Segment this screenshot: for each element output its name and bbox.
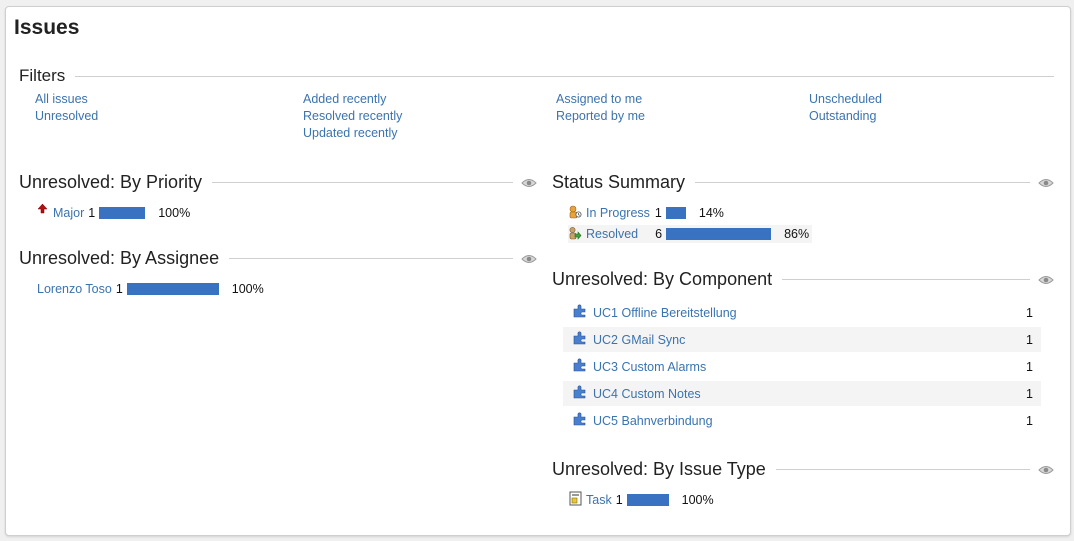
component-uc1-link[interactable]: UC1 Offline Bereitstellung [593, 306, 737, 320]
priority-major-count: 1 [88, 206, 96, 220]
task-icon [569, 491, 582, 509]
puzzle-icon [573, 304, 587, 321]
status-summary-header: Status Summary [552, 172, 1054, 193]
assignee-bar [126, 283, 219, 295]
puzzle-icon [573, 358, 587, 375]
divider [695, 182, 1030, 183]
status-resolved-link[interactable]: Resolved [586, 227, 638, 241]
by-assignee-heading: Unresolved: By Assignee [19, 248, 220, 268]
by-priority-heading: Unresolved: By Priority [19, 172, 203, 192]
issue-type-task-link[interactable]: Task [586, 493, 612, 507]
divider [775, 469, 1030, 470]
divider [75, 75, 1054, 77]
status-row-resolved: Resolved 6 86% [568, 225, 812, 243]
filters-column-1: All issues Unresolved [35, 91, 98, 125]
filter-added-recently[interactable]: Added recently [303, 91, 402, 108]
assignee-row: Lorenzo Toso 1 100% [37, 280, 264, 298]
arrow-up-icon [37, 203, 48, 217]
by-component-heading: Unresolved: By Component [552, 269, 773, 289]
filter-assigned-to-me[interactable]: Assigned to me [556, 91, 645, 108]
issue-type-task-percent: 100% [681, 493, 714, 507]
eye-icon[interactable] [1030, 465, 1054, 475]
puzzle-icon [573, 412, 587, 429]
by-assignee-header: Unresolved: By Assignee [19, 248, 537, 269]
status-row-in-progress: In Progress 1 14% [568, 204, 724, 222]
component-uc3-count: 1 [1026, 359, 1033, 374]
filter-outstanding[interactable]: Outstanding [809, 108, 882, 125]
by-issue-type-header: Unresolved: By Issue Type [552, 459, 1054, 480]
eye-icon[interactable] [513, 254, 537, 264]
component-uc5-link[interactable]: UC5 Bahnverbindung [593, 414, 713, 428]
assignee-lorenzo-toso-link[interactable]: Lorenzo Toso [37, 282, 112, 296]
eye-icon[interactable] [1030, 178, 1054, 188]
filters-column-4: Unscheduled Outstanding [809, 91, 882, 125]
issue-type-task-bar [626, 494, 669, 506]
filters-column-3: Assigned to me Reported by me [556, 91, 645, 125]
status-in-progress-percent: 14% [698, 206, 724, 220]
component-uc2-count: 1 [1026, 332, 1033, 347]
filter-resolved-recently[interactable]: Resolved recently [303, 108, 402, 125]
filter-unscheduled[interactable]: Unscheduled [809, 91, 882, 108]
status-in-progress-bar [665, 207, 686, 219]
component-row: UC4 Custom Notes 1 [563, 381, 1041, 406]
component-uc4-link[interactable]: UC4 Custom Notes [593, 387, 701, 401]
by-component-header: Unresolved: By Component [552, 269, 1054, 290]
component-row: UC2 GMail Sync 1 [563, 327, 1041, 352]
divider [212, 182, 513, 183]
resolved-icon [568, 226, 582, 243]
status-resolved-bar [666, 228, 772, 240]
issue-type-row-task: Task 1 100% [569, 491, 714, 509]
priority-major-link[interactable]: Major [53, 206, 84, 220]
component-uc1-count: 1 [1026, 305, 1033, 320]
status-summary-heading: Status Summary [552, 172, 686, 192]
filters-header: Filters [19, 66, 1054, 86]
issue-type-task-count: 1 [615, 493, 623, 507]
filters-heading: Filters [19, 66, 66, 85]
by-priority-header: Unresolved: By Priority [19, 172, 537, 193]
priority-major-percent: 100% [158, 206, 191, 220]
eye-icon[interactable] [513, 178, 537, 188]
page-title: Issues [14, 16, 80, 39]
divider [782, 279, 1030, 280]
status-in-progress-link[interactable]: In Progress [586, 206, 650, 220]
status-in-progress-count: 1 [654, 206, 662, 220]
filter-all-issues[interactable]: All issues [35, 91, 98, 108]
filter-updated-recently[interactable]: Updated recently [303, 125, 402, 142]
component-uc5-count: 1 [1026, 413, 1033, 428]
assignee-percent: 100% [231, 282, 264, 296]
in-progress-icon [568, 205, 582, 222]
puzzle-icon [573, 331, 587, 348]
puzzle-icon [573, 385, 587, 402]
by-issue-type-heading: Unresolved: By Issue Type [552, 459, 766, 479]
status-resolved-percent: 86% [784, 227, 810, 241]
status-resolved-count: 6 [655, 227, 663, 241]
assignee-count: 1 [115, 282, 123, 296]
component-row: UC1 Offline Bereitstellung 1 [563, 300, 1041, 325]
component-row: UC3 Custom Alarms 1 [563, 354, 1041, 379]
filter-unresolved[interactable]: Unresolved [35, 108, 98, 125]
filter-reported-by-me[interactable]: Reported by me [556, 108, 645, 125]
filters-column-2: Added recently Resolved recently Updated… [303, 91, 402, 142]
priority-major-bar [99, 207, 146, 219]
component-row: UC5 Bahnverbindung 1 [563, 408, 1041, 433]
component-uc2-link[interactable]: UC2 GMail Sync [593, 333, 685, 347]
component-uc3-link[interactable]: UC3 Custom Alarms [593, 360, 706, 374]
eye-icon[interactable] [1030, 275, 1054, 285]
component-uc4-count: 1 [1026, 386, 1033, 401]
priority-row-major: Major 1 100% [37, 203, 191, 222]
divider [229, 258, 513, 259]
